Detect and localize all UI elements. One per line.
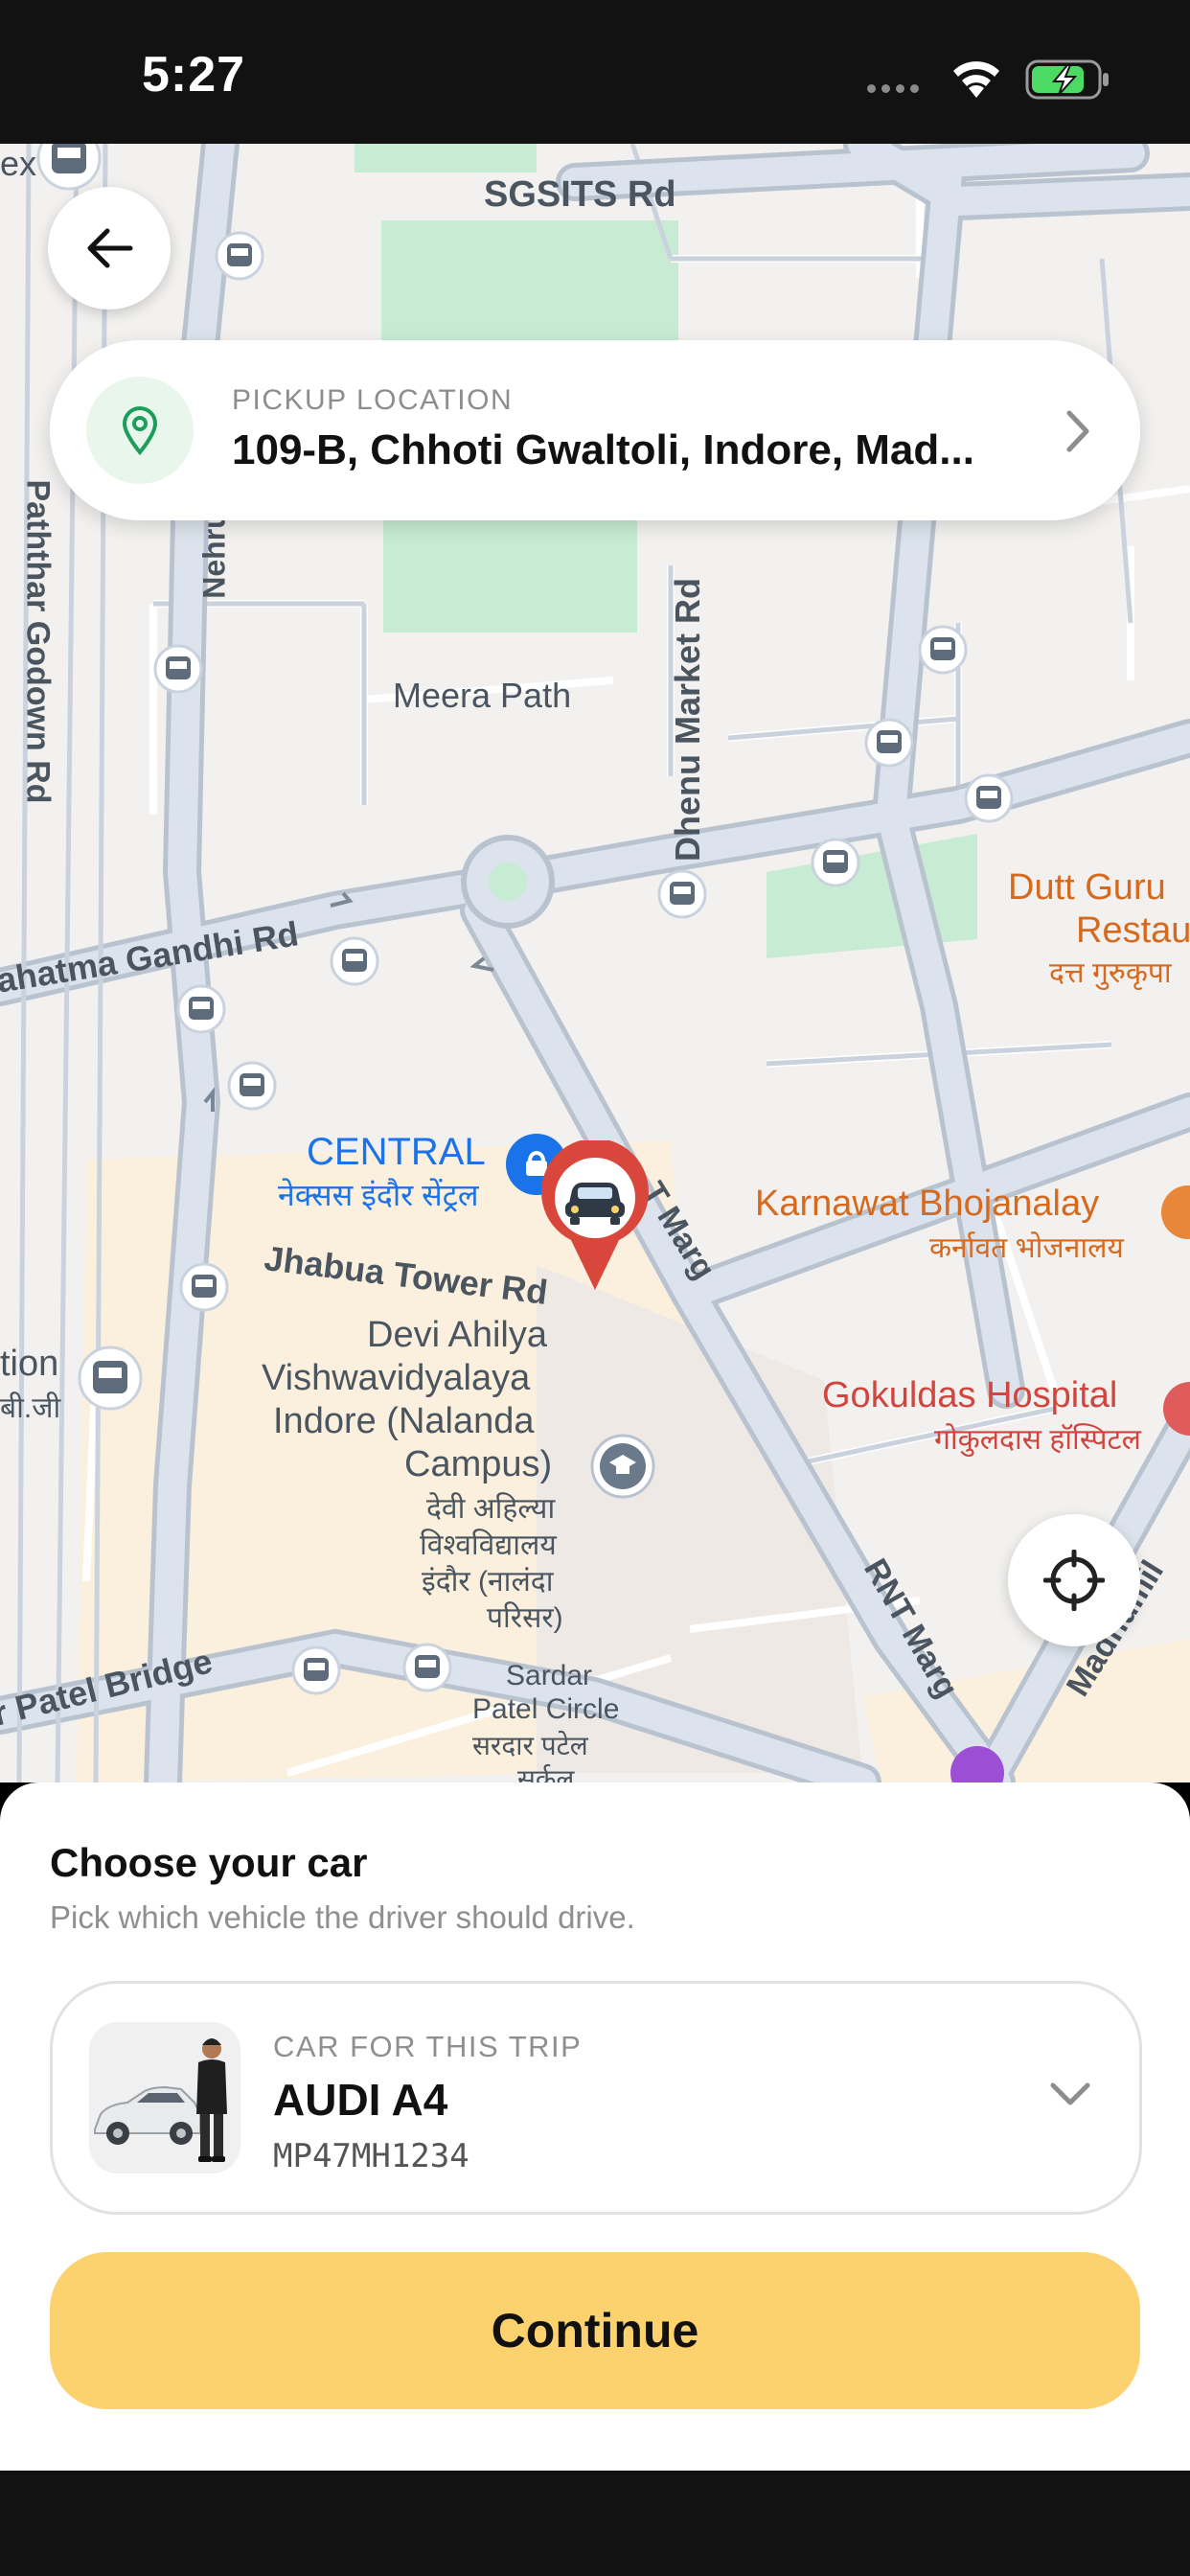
poi-label: देवी अहिल्या xyxy=(426,1493,556,1525)
pickup-address: 109-B, Chhoti Gwaltoli, Indore, Mad... xyxy=(232,426,974,473)
arrow-left-icon xyxy=(87,228,133,268)
location-pin-icon xyxy=(122,406,158,455)
poi-label: Devi Ahilya xyxy=(367,1315,547,1355)
pickup-location-card[interactable]: PICKUP LOCATION 109-B, Chhoti Gwaltoli, … xyxy=(50,340,1140,520)
car-label: CAR FOR THIS TRIP xyxy=(273,2030,583,2063)
locate-me-button[interactable] xyxy=(1008,1514,1140,1646)
chevron-right-icon xyxy=(1066,410,1089,452)
poi-label: नेक्सस इंदौर सेंट्रल xyxy=(278,1178,479,1212)
poi-label: दत्त गुरुकृपा xyxy=(1049,957,1172,989)
poi-label: Campus) xyxy=(404,1444,553,1484)
sheet-subtitle: Pick which vehicle the driver should dri… xyxy=(50,1899,635,1935)
continue-button[interactable]: Continue xyxy=(50,2252,1140,2409)
poi-label: बी.जी xyxy=(0,1392,61,1424)
poi-label: इंदौर (नालंदा xyxy=(422,1566,554,1598)
poi-label: Dutt Guru xyxy=(1008,867,1166,908)
status-time: 5:27 xyxy=(142,47,246,103)
back-button[interactable] xyxy=(48,187,171,310)
chevron-down-icon xyxy=(1050,2082,1090,2105)
road-label: Dhenu Market Rd xyxy=(668,577,708,862)
car-name: AUDI A4 xyxy=(273,2075,448,2125)
pickup-pin-badge xyxy=(86,377,194,484)
poi-label: सरदार पटेल xyxy=(472,1731,588,1760)
poi-label: ex xyxy=(0,144,37,183)
poi-label: Restau xyxy=(1076,910,1190,951)
poi-label: Gokuldas Hospital xyxy=(822,1375,1118,1415)
wifi-icon xyxy=(953,61,999,98)
poi-label: परिसर) xyxy=(487,1602,563,1634)
car-pin-icon xyxy=(541,1140,649,1290)
poi-label: गोकुलदास हॉस्पिटल xyxy=(934,1424,1141,1456)
choose-car-sheet: Choose your car Pick which vehicle the d… xyxy=(0,1782,1190,2471)
road-label: SGSITS Rd xyxy=(484,174,676,215)
poi-label: सर्कल xyxy=(517,1764,575,1782)
battery-icon xyxy=(1025,59,1109,100)
crosshair-icon xyxy=(1043,1550,1105,1611)
poi-label: CENTRAL xyxy=(307,1131,486,1173)
car-selector[interactable]: CAR FOR THIS TRIP AUDI A4 MP47MH1234 xyxy=(50,1981,1142,2215)
poi-label: Vishwavidyalaya xyxy=(262,1358,531,1398)
poi-label: Sardar xyxy=(506,1660,593,1691)
poi-label: tion xyxy=(0,1344,59,1384)
signal-icon xyxy=(867,84,919,93)
road-label: Meera Path xyxy=(393,676,572,715)
car-driver-image xyxy=(89,2022,240,2174)
status-bar: 5:27 xyxy=(0,0,1190,144)
sheet-title: Choose your car xyxy=(50,1840,368,1885)
poi-label: कर्नावत भोजनालय xyxy=(929,1232,1124,1264)
poi-label: Karnawat Bhojanalay xyxy=(755,1184,1100,1224)
road-label: Nehru xyxy=(196,510,232,599)
road-label: Paththar Godown Rd xyxy=(19,479,57,804)
poi-label: Indore (Nalanda xyxy=(273,1401,535,1441)
car-plate: MP47MH1234 xyxy=(273,2137,469,2175)
poi-label: विश्वविद्यालय xyxy=(420,1530,557,1561)
poi-label: Patel Circle xyxy=(472,1693,620,1725)
pickup-label: PICKUP LOCATION xyxy=(232,384,514,416)
home-indicator-bar xyxy=(0,2471,1190,2576)
